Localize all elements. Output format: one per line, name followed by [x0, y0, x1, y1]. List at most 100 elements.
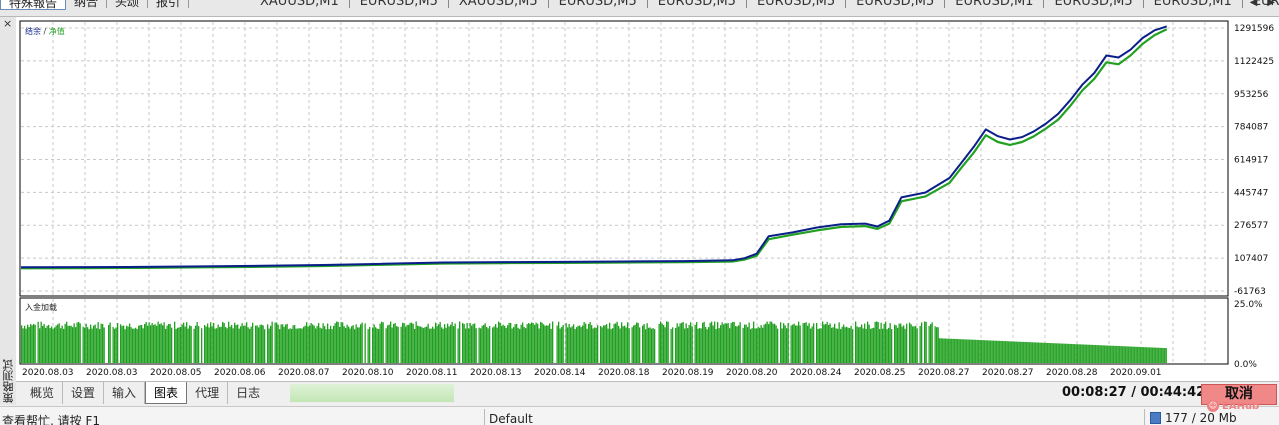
load-bar: [294, 325, 296, 363]
load-bar: [313, 325, 315, 363]
load-bar: [123, 325, 125, 363]
load-bar: [963, 339, 965, 363]
symbol-tab[interactable]: EURUSD,M5: [350, 0, 449, 8]
load-bar: [414, 328, 416, 363]
symbol-tab[interactable]: EURUSD,M5: [747, 0, 847, 8]
top-tab-strip: 特殊報告 纳合 头颂 报引 XAUUSD,M1 EURUSD,M5 XAUUSD…: [0, 0, 1279, 17]
symbol-tab[interactable]: EURUSD,M5: [648, 0, 747, 8]
load-bar: [997, 340, 999, 363]
top-left-tab-4[interactable]: 报引: [148, 0, 190, 8]
load-bar: [1050, 343, 1052, 363]
load-bar: [223, 323, 225, 363]
tab-agents[interactable]: 代理: [187, 382, 229, 404]
load-bar: [321, 328, 323, 363]
load-bar: [214, 328, 216, 363]
load-bar: [367, 329, 369, 363]
load-bar: [466, 322, 468, 363]
load-bar: [1033, 342, 1035, 363]
load-bar: [525, 328, 527, 363]
load-bar: [235, 325, 237, 363]
load-bar: [421, 327, 423, 363]
load-bar: [972, 339, 974, 363]
symbol-tab[interactable]: EURUSD,M1: [945, 0, 1045, 8]
load-bar: [565, 323, 567, 363]
load-bar: [442, 328, 444, 363]
load-bar: [535, 322, 537, 363]
load-bar: [312, 324, 314, 363]
symbol-tab[interactable]: EURUSD,M1: [1144, 0, 1243, 8]
load-bar: [39, 328, 41, 363]
load-bar: [339, 326, 341, 363]
load-bar: [451, 322, 453, 363]
tab-overview[interactable]: 概览: [22, 382, 64, 404]
load-bar: [385, 328, 387, 363]
load-bar: [658, 323, 660, 363]
time-tick-label: 2020.08.19: [662, 368, 714, 378]
load-bar: [177, 327, 179, 363]
load-bar: [772, 323, 774, 363]
load-bar: [856, 326, 858, 363]
load-bar: [661, 323, 663, 363]
load-bar: [712, 325, 714, 363]
load-bar: [511, 328, 513, 363]
symbol-tab[interactable]: EURUSD,M5: [846, 0, 946, 8]
load-bar: [315, 328, 317, 363]
load-bar: [1030, 342, 1032, 363]
load-bar: [1149, 347, 1151, 363]
close-icon[interactable]: ×: [3, 17, 12, 30]
load-bar: [753, 321, 755, 363]
load-bar: [84, 327, 86, 363]
load-bar: [291, 328, 293, 363]
top-left-tab-2[interactable]: 纳合: [66, 0, 108, 8]
symbol-tab[interactable]: EURUSD,M5: [549, 0, 648, 8]
load-bar: [732, 322, 734, 363]
load-bar: [355, 324, 357, 363]
load-bar: [55, 325, 57, 363]
legend-separator: /: [41, 27, 49, 36]
load-bar: [699, 328, 701, 363]
tab-scroll-arrows: ◀ ▶: [1250, 0, 1275, 8]
load-bar: [714, 321, 716, 363]
load-bar: [1038, 342, 1040, 363]
load-bar: [429, 328, 431, 363]
load-bar: [550, 329, 552, 363]
load-bar: [742, 327, 744, 363]
load-bar: [1089, 344, 1091, 363]
symbol-tab[interactable]: XAUUSD,M5: [449, 0, 549, 8]
symbol-tab[interactable]: EURUSD,M5: [1044, 0, 1144, 8]
load-bar: [651, 328, 653, 363]
top-left-tab-1[interactable]: 特殊報告: [0, 0, 67, 10]
load-bar: [897, 327, 899, 363]
load-bar: [204, 325, 206, 363]
load-bar: [474, 323, 476, 363]
top-left-tab-3[interactable]: 头颂: [107, 0, 149, 8]
load-bar: [538, 328, 540, 363]
load-bar: [142, 328, 144, 363]
tab-graph[interactable]: 图表: [145, 382, 188, 404]
load-bar: [468, 328, 470, 363]
symbol-tab[interactable]: XAUUSD,M1: [250, 0, 350, 8]
load-bar: [784, 325, 786, 363]
load-bar: [117, 322, 119, 363]
tab-inputs[interactable]: 输入: [104, 382, 146, 404]
load-bar: [288, 329, 290, 363]
load-bar: [90, 324, 92, 363]
scroll-left-icon[interactable]: ◀: [1250, 0, 1258, 8]
load-bar: [247, 327, 249, 363]
load-bar: [76, 322, 78, 363]
load-bar: [52, 328, 54, 363]
load-bar: [646, 323, 648, 363]
load-bar: [816, 322, 818, 363]
load-bar: [174, 321, 176, 363]
load-bar: [1012, 341, 1014, 363]
scroll-right-icon[interactable]: ▶: [1267, 0, 1275, 8]
load-bar: [211, 326, 213, 363]
tab-journal[interactable]: 日志: [228, 382, 268, 404]
load-bar: [342, 322, 344, 363]
load-bar: [976, 339, 978, 363]
tab-settings[interactable]: 设置: [63, 382, 105, 404]
load-bar: [717, 322, 719, 363]
load-bar: [34, 324, 36, 363]
load-bar: [558, 321, 560, 363]
load-bar: [570, 327, 572, 363]
